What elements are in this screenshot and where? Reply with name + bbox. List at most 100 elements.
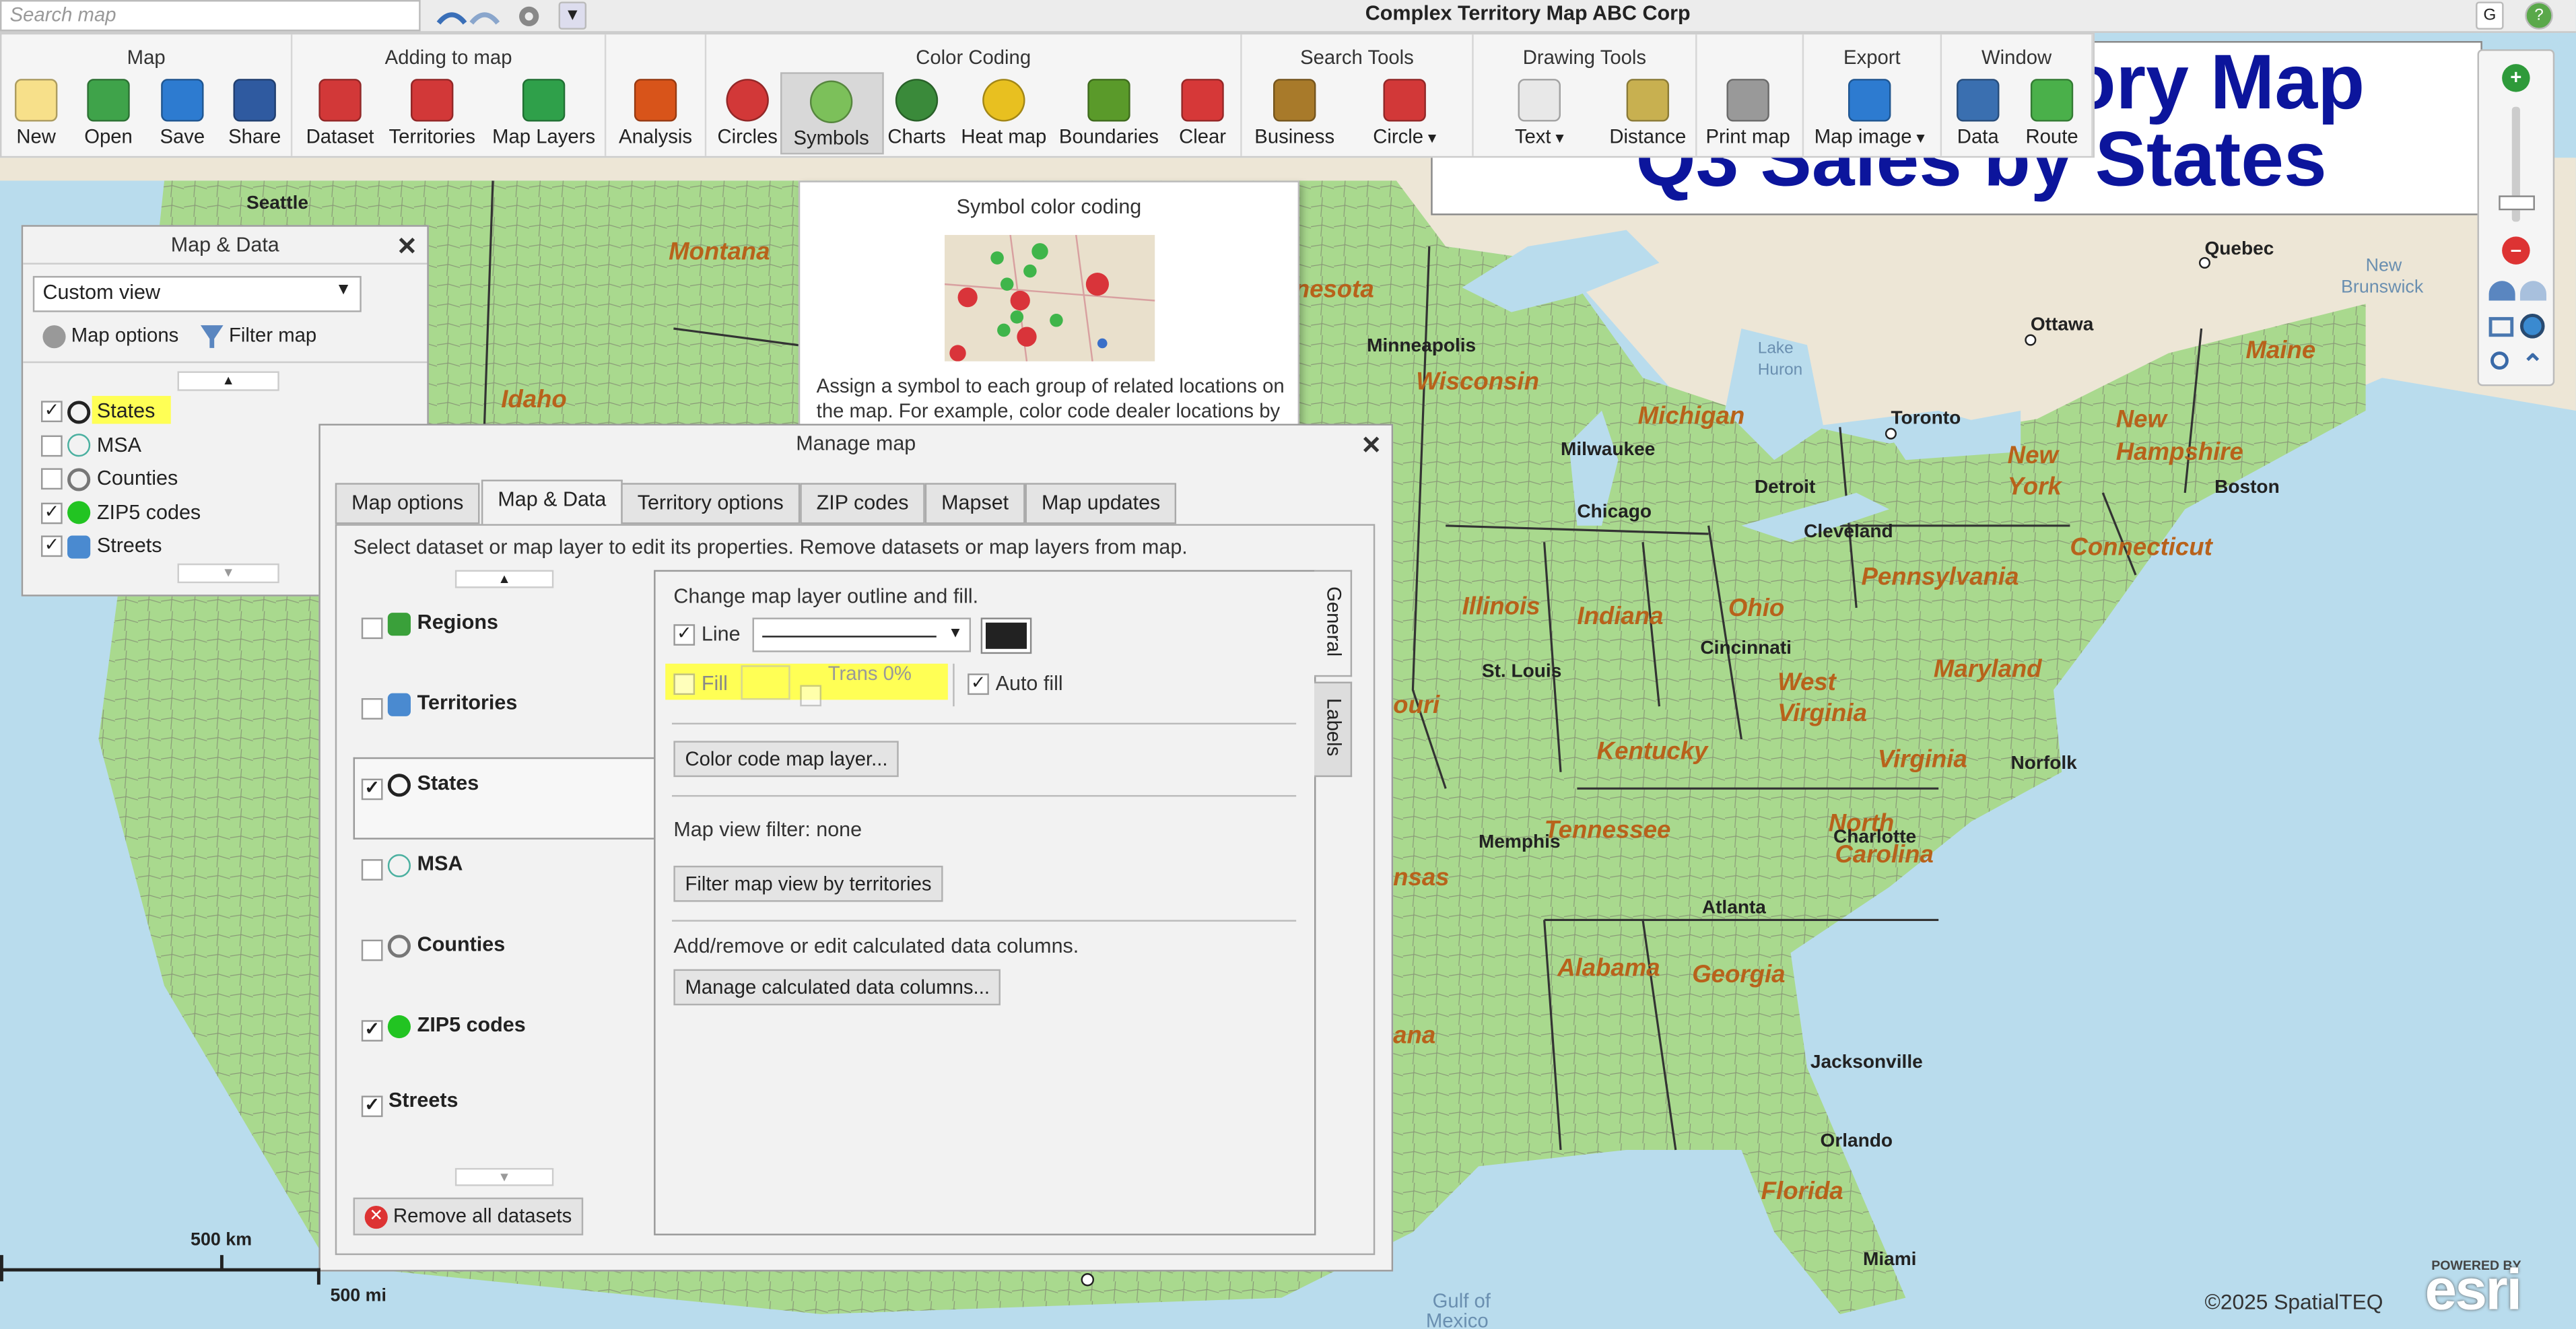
zoom-in-icon[interactable]: + (2502, 64, 2530, 92)
charts-label: Charts (887, 125, 946, 148)
open-icon (87, 79, 130, 122)
dataset-item[interactable]: Regions (361, 608, 498, 640)
share-label: Share (228, 125, 281, 148)
state-label: New (2008, 441, 2060, 469)
water-label: Lake (1758, 339, 1794, 357)
fill-checkbox[interactable] (673, 673, 696, 695)
layer-checkbox[interactable]: ✓ (41, 502, 63, 524)
boundaries-button[interactable]: Boundaries (1040, 72, 1178, 154)
dataset-checkbox[interactable]: ✓ (361, 1095, 383, 1118)
search-icon[interactable] (2490, 351, 2509, 370)
layer-item[interactable]: ✓ Streets (41, 534, 162, 558)
layer-item[interactable]: Counties (41, 467, 178, 491)
pan-icon[interactable] (2488, 281, 2515, 301)
scroll-up-button[interactable]: ▲ (177, 371, 279, 391)
side-tab-general[interactable]: General (1314, 570, 1353, 677)
close-icon[interactable]: ✕ (397, 232, 417, 261)
line-checkbox[interactable]: ✓ (673, 624, 696, 646)
analysis-icon (634, 79, 677, 122)
fill-label: Fill (701, 671, 728, 695)
dataset-item[interactable]: Counties (361, 930, 505, 961)
dataset-label: Streets (388, 1089, 459, 1112)
dataset-checkbox[interactable] (361, 617, 383, 640)
close-icon[interactable]: ✕ (1361, 430, 1382, 460)
side-tab-labels[interactable]: Labels (1314, 681, 1353, 778)
remove-all-datasets-button[interactable]: ✕ Remove all datasets (353, 1197, 584, 1235)
open-button[interactable]: Open (74, 72, 143, 154)
symbols-icon (809, 80, 853, 123)
new-button[interactable]: New (7, 72, 65, 154)
line-color-button[interactable] (980, 617, 1032, 654)
zoom-slider-handle[interactable] (2499, 195, 2535, 211)
layer-checkbox[interactable] (41, 434, 63, 456)
dataset-item[interactable]: ✓ ZIP5 codes (361, 1011, 526, 1042)
scroll-down-button[interactable]: ▼ (177, 563, 279, 584)
dataset-item[interactable]: ✓ Streets (361, 1086, 459, 1118)
tab-mapset[interactable]: Mapset (924, 483, 1025, 524)
help-icon[interactable]: ? (2525, 1, 2553, 30)
ribbon-group-title: Drawing Tools (1522, 46, 1647, 69)
data-label: Data (1957, 125, 1999, 148)
layer-item[interactable]: MSA (41, 433, 141, 457)
line-label: Line (701, 622, 741, 646)
zoom-out-icon[interactable]: – (2502, 236, 2530, 265)
circle-button[interactable]: Circle ▾ (1359, 72, 1451, 154)
map-image-button[interactable]: Map image ▾ (1806, 72, 1933, 154)
state-label: Hampshire (2116, 438, 2243, 465)
filter-territories-button[interactable]: Filter map view by territories (673, 865, 943, 902)
globe-icon[interactable] (2519, 314, 2545, 339)
dataset-item[interactable]: ✓ States (361, 769, 479, 800)
scroll-up-button[interactable]: ▲ (454, 570, 554, 588)
line-style-select[interactable]: ▼ (752, 617, 972, 652)
data-button[interactable]: Data (1944, 72, 2012, 154)
trans-checkbox[interactable] (800, 685, 821, 707)
dataset-item[interactable]: Territories (361, 688, 517, 720)
dataset-icon (318, 79, 362, 122)
tab-zip-codes[interactable]: ZIP codes (800, 483, 925, 524)
dataset-checkbox[interactable] (361, 859, 383, 881)
layer-checkbox[interactable] (41, 468, 63, 490)
share-button[interactable]: Share (214, 72, 295, 154)
g-button[interactable]: G (2476, 1, 2504, 30)
layer-item[interactable]: ✓ States (41, 399, 155, 423)
tab-map-options[interactable]: Map options (335, 483, 480, 524)
view-select[interactable]: Custom view ▼ (32, 275, 362, 312)
chevron-up-icon[interactable]: ⌃ (2521, 348, 2544, 381)
heat-map-icon (982, 79, 1025, 122)
color-code-button[interactable]: Color code map layer... (673, 741, 900, 778)
dataset-checkbox[interactable] (361, 698, 383, 720)
dataset-checkbox[interactable] (361, 939, 383, 961)
clear-button[interactable]: Clear (1162, 72, 1243, 154)
dataset-item[interactable]: MSA (361, 849, 463, 881)
water-label: New (2366, 255, 2402, 275)
fill-color-button[interactable] (741, 665, 790, 700)
tab-territory-options[interactable]: Territory options (621, 483, 801, 524)
layer-checkbox[interactable]: ✓ (41, 535, 63, 557)
dataset-checkbox[interactable]: ✓ (361, 778, 383, 800)
pan-icon[interactable] (2519, 281, 2546, 301)
manage-calc-button[interactable]: Manage calculated data columns... (673, 969, 1002, 1006)
tab-map-data[interactable]: Map & Data (481, 479, 623, 526)
state-label: Ohio (1728, 594, 1784, 621)
dataset-checkbox[interactable]: ✓ (361, 1020, 383, 1042)
scroll-down-button[interactable]: ▼ (454, 1167, 554, 1186)
auto-fill-checkbox[interactable]: ✓ (968, 673, 989, 695)
map-layers-button[interactable]: Map Layers (475, 72, 613, 154)
route-label: Route (2025, 125, 2078, 148)
save-button[interactable]: Save (148, 72, 217, 154)
map-options-link[interactable]: Map options (42, 324, 178, 348)
route-button[interactable]: Route (2012, 72, 2093, 154)
layer-checkbox[interactable]: ✓ (41, 401, 63, 423)
state-label: Illinois (1462, 592, 1540, 620)
text-button[interactable]: Text ▾ (1505, 72, 1573, 154)
print-map-button[interactable]: Print map (1685, 72, 1811, 154)
city-label: Quebec (2204, 238, 2274, 259)
tab-map-updates[interactable]: Map updates (1025, 483, 1177, 524)
chevron-down-icon: ▾ (1551, 129, 1564, 148)
symbols-button[interactable]: Symbols (779, 72, 883, 155)
business-button[interactable]: Business (1237, 72, 1352, 154)
layer-item[interactable]: ✓ ZIP5 codes (41, 500, 201, 524)
ribbon-group-title: Export (1843, 46, 1901, 69)
map-view-icon[interactable] (2488, 316, 2514, 337)
filter-map-link[interactable]: Filter map (200, 324, 316, 348)
